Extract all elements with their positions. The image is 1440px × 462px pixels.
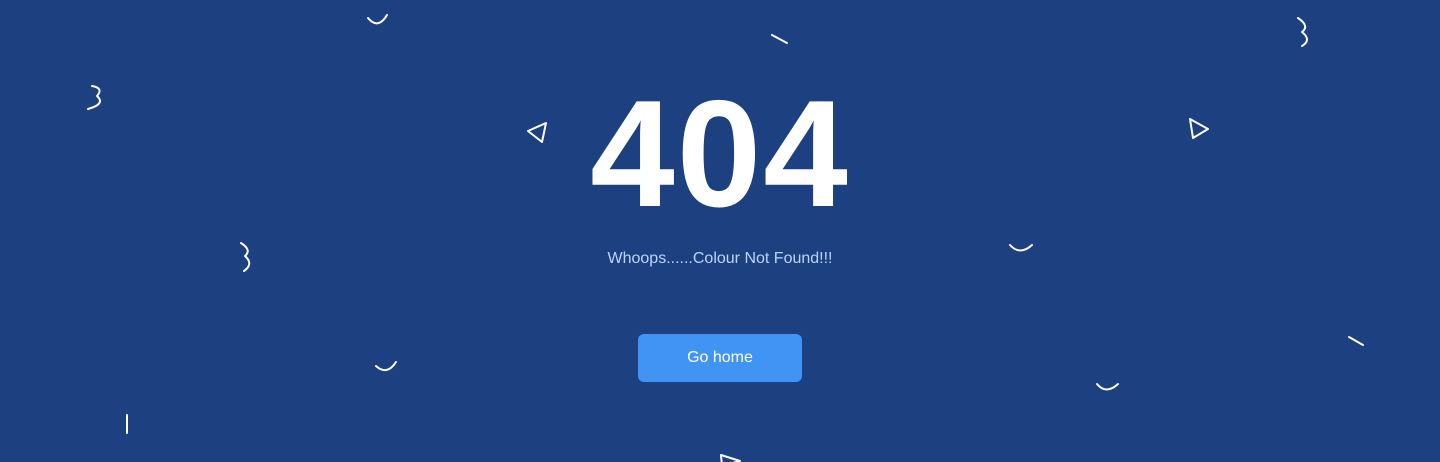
triangle-outline-icon [720,454,741,462]
error-code-heading: 404 [590,69,850,239]
dash-line-icon [1348,336,1364,346]
dash-line-icon [771,34,788,44]
error-message: Whoops......Colour Not Found!!! [607,250,833,267]
squiggle-3-icon [1297,17,1308,47]
smile-curve-icon [1096,383,1119,391]
smile-curve-icon [375,361,397,372]
go-home-button[interactable]: Go home [638,334,802,382]
smile-curve-icon [367,14,388,25]
not-found-page: 404 Whoops......Colour Not Found!!! Go h… [0,0,1440,462]
